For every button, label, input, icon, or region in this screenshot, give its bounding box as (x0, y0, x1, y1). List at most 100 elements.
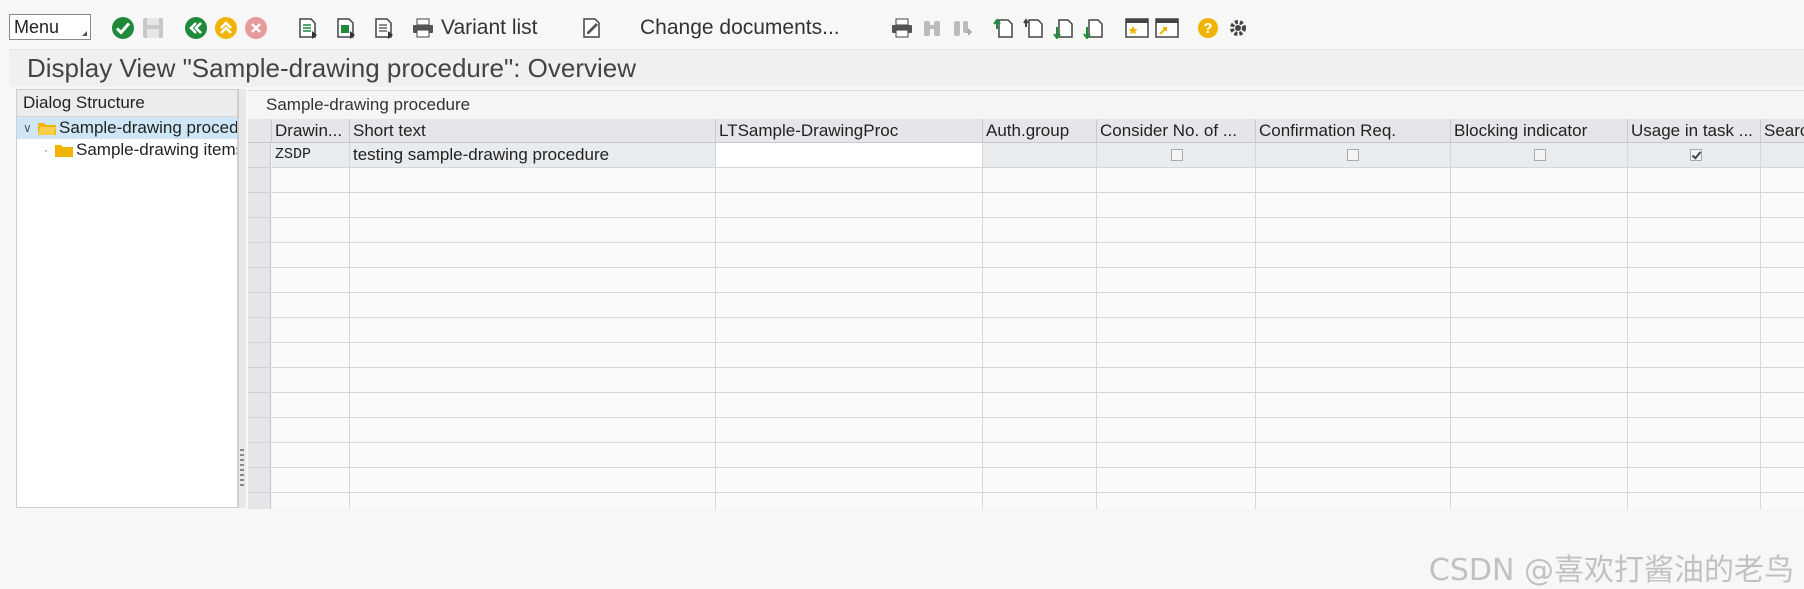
empty-cell[interactable] (1256, 218, 1451, 243)
blocking-indicator-checkbox[interactable] (1534, 149, 1546, 161)
empty-cell[interactable] (272, 218, 350, 243)
empty-cell[interactable] (716, 468, 983, 493)
tree-item-sample-drawing-procedure[interactable]: ∨ Sample-drawing procedure (17, 117, 237, 139)
tree-item-sample-drawing-items[interactable]: · Sample-drawing items (17, 139, 237, 161)
row-selector[interactable] (248, 468, 271, 493)
last-page-icon[interactable] (1082, 14, 1106, 42)
empty-cell[interactable] (983, 368, 1097, 393)
delete-variant-icon[interactable] (372, 14, 396, 42)
empty-cell[interactable] (983, 243, 1097, 268)
empty-cell[interactable] (272, 493, 350, 509)
empty-cell[interactable] (1097, 443, 1256, 468)
empty-cell[interactable] (1256, 393, 1451, 418)
empty-cell[interactable] (1761, 268, 1804, 293)
column-header-usage-in-task[interactable]: Usage in task ... (1628, 119, 1761, 143)
empty-cell[interactable] (983, 168, 1097, 193)
empty-cell[interactable] (1628, 468, 1761, 493)
empty-cell[interactable] (1097, 318, 1256, 343)
empty-cell[interactable] (983, 393, 1097, 418)
back-icon[interactable] (183, 14, 209, 42)
empty-cell[interactable] (716, 418, 983, 443)
empty-cell[interactable] (1451, 318, 1628, 343)
empty-cell[interactable] (272, 468, 350, 493)
empty-cell[interactable] (350, 293, 716, 318)
change-documents-icon[interactable] (580, 14, 604, 42)
empty-cell[interactable] (350, 193, 716, 218)
cell-drawing-procedure[interactable]: ZSDP (272, 143, 350, 168)
empty-cell[interactable] (716, 293, 983, 318)
cell-search[interactable] (1761, 143, 1804, 168)
change-documents-button[interactable]: Change documents... (640, 14, 840, 42)
empty-cell[interactable] (1451, 168, 1628, 193)
empty-cell[interactable] (1451, 493, 1628, 509)
previous-page-icon[interactable] (1022, 14, 1046, 42)
empty-cell[interactable] (1761, 243, 1804, 268)
empty-cell[interactable] (1451, 243, 1628, 268)
row-selector[interactable] (248, 393, 271, 418)
empty-cell[interactable] (1451, 218, 1628, 243)
column-header-search[interactable]: Search (1761, 119, 1804, 143)
empty-cell[interactable] (1097, 368, 1256, 393)
empty-cell[interactable] (350, 443, 716, 468)
column-header-consider-no[interactable]: Consider No. of ... (1097, 119, 1256, 143)
empty-cell[interactable] (1256, 193, 1451, 218)
empty-cell[interactable] (1761, 168, 1804, 193)
empty-cell[interactable] (1256, 168, 1451, 193)
empty-cell[interactable] (1097, 418, 1256, 443)
empty-cell[interactable] (1761, 493, 1804, 509)
empty-cell[interactable] (1451, 193, 1628, 218)
empty-cell[interactable] (716, 318, 983, 343)
empty-cell[interactable] (1628, 268, 1761, 293)
empty-cell[interactable] (983, 318, 1097, 343)
empty-cell[interactable] (350, 343, 716, 368)
empty-cell[interactable] (983, 418, 1097, 443)
empty-cell[interactable] (1628, 368, 1761, 393)
empty-cell[interactable] (1256, 293, 1451, 318)
empty-cell[interactable] (272, 243, 350, 268)
empty-cell[interactable] (1628, 493, 1761, 509)
empty-cell[interactable] (1256, 343, 1451, 368)
empty-cell[interactable] (1761, 443, 1804, 468)
row-selector[interactable] (248, 418, 271, 443)
select-all-header[interactable] (248, 119, 272, 143)
empty-cell[interactable] (350, 493, 716, 509)
empty-cell[interactable] (350, 268, 716, 293)
row-selector[interactable] (248, 493, 271, 509)
printer-icon[interactable] (411, 14, 435, 42)
empty-cell[interactable] (1628, 443, 1761, 468)
generate-shortcut-icon[interactable] (1154, 14, 1180, 42)
empty-cell[interactable] (1761, 368, 1804, 393)
empty-cell[interactable] (1256, 493, 1451, 509)
find-next-icon[interactable] (950, 14, 974, 42)
empty-cell[interactable] (272, 268, 350, 293)
empty-cell[interactable] (1628, 218, 1761, 243)
cell-short-text[interactable]: testing sample-drawing procedure (350, 143, 716, 168)
empty-cell[interactable] (716, 343, 983, 368)
menu-button[interactable]: Menu (9, 14, 91, 40)
empty-cell[interactable] (716, 193, 983, 218)
column-header-short-text[interactable]: Short text (350, 119, 716, 143)
empty-cell[interactable] (1097, 343, 1256, 368)
empty-cell[interactable] (1256, 243, 1451, 268)
empty-cell[interactable] (716, 493, 983, 509)
row-selector[interactable] (248, 343, 271, 368)
row-selector[interactable] (248, 318, 271, 343)
empty-cell[interactable] (1761, 418, 1804, 443)
get-variant-icon[interactable] (296, 14, 320, 42)
empty-cell[interactable] (1628, 393, 1761, 418)
empty-cell[interactable] (1451, 343, 1628, 368)
row-selector[interactable] (248, 143, 271, 168)
empty-cell[interactable] (1761, 393, 1804, 418)
empty-cell[interactable] (1256, 318, 1451, 343)
empty-cell[interactable] (1097, 218, 1256, 243)
empty-cell[interactable] (1097, 393, 1256, 418)
empty-cell[interactable] (1761, 343, 1804, 368)
empty-cell[interactable] (1451, 468, 1628, 493)
next-page-icon[interactable] (1052, 14, 1076, 42)
empty-cell[interactable] (983, 343, 1097, 368)
empty-cell[interactable] (1761, 468, 1804, 493)
empty-cell[interactable] (272, 168, 350, 193)
first-page-icon[interactable] (992, 14, 1016, 42)
empty-cell[interactable] (716, 218, 983, 243)
empty-cell[interactable] (983, 293, 1097, 318)
